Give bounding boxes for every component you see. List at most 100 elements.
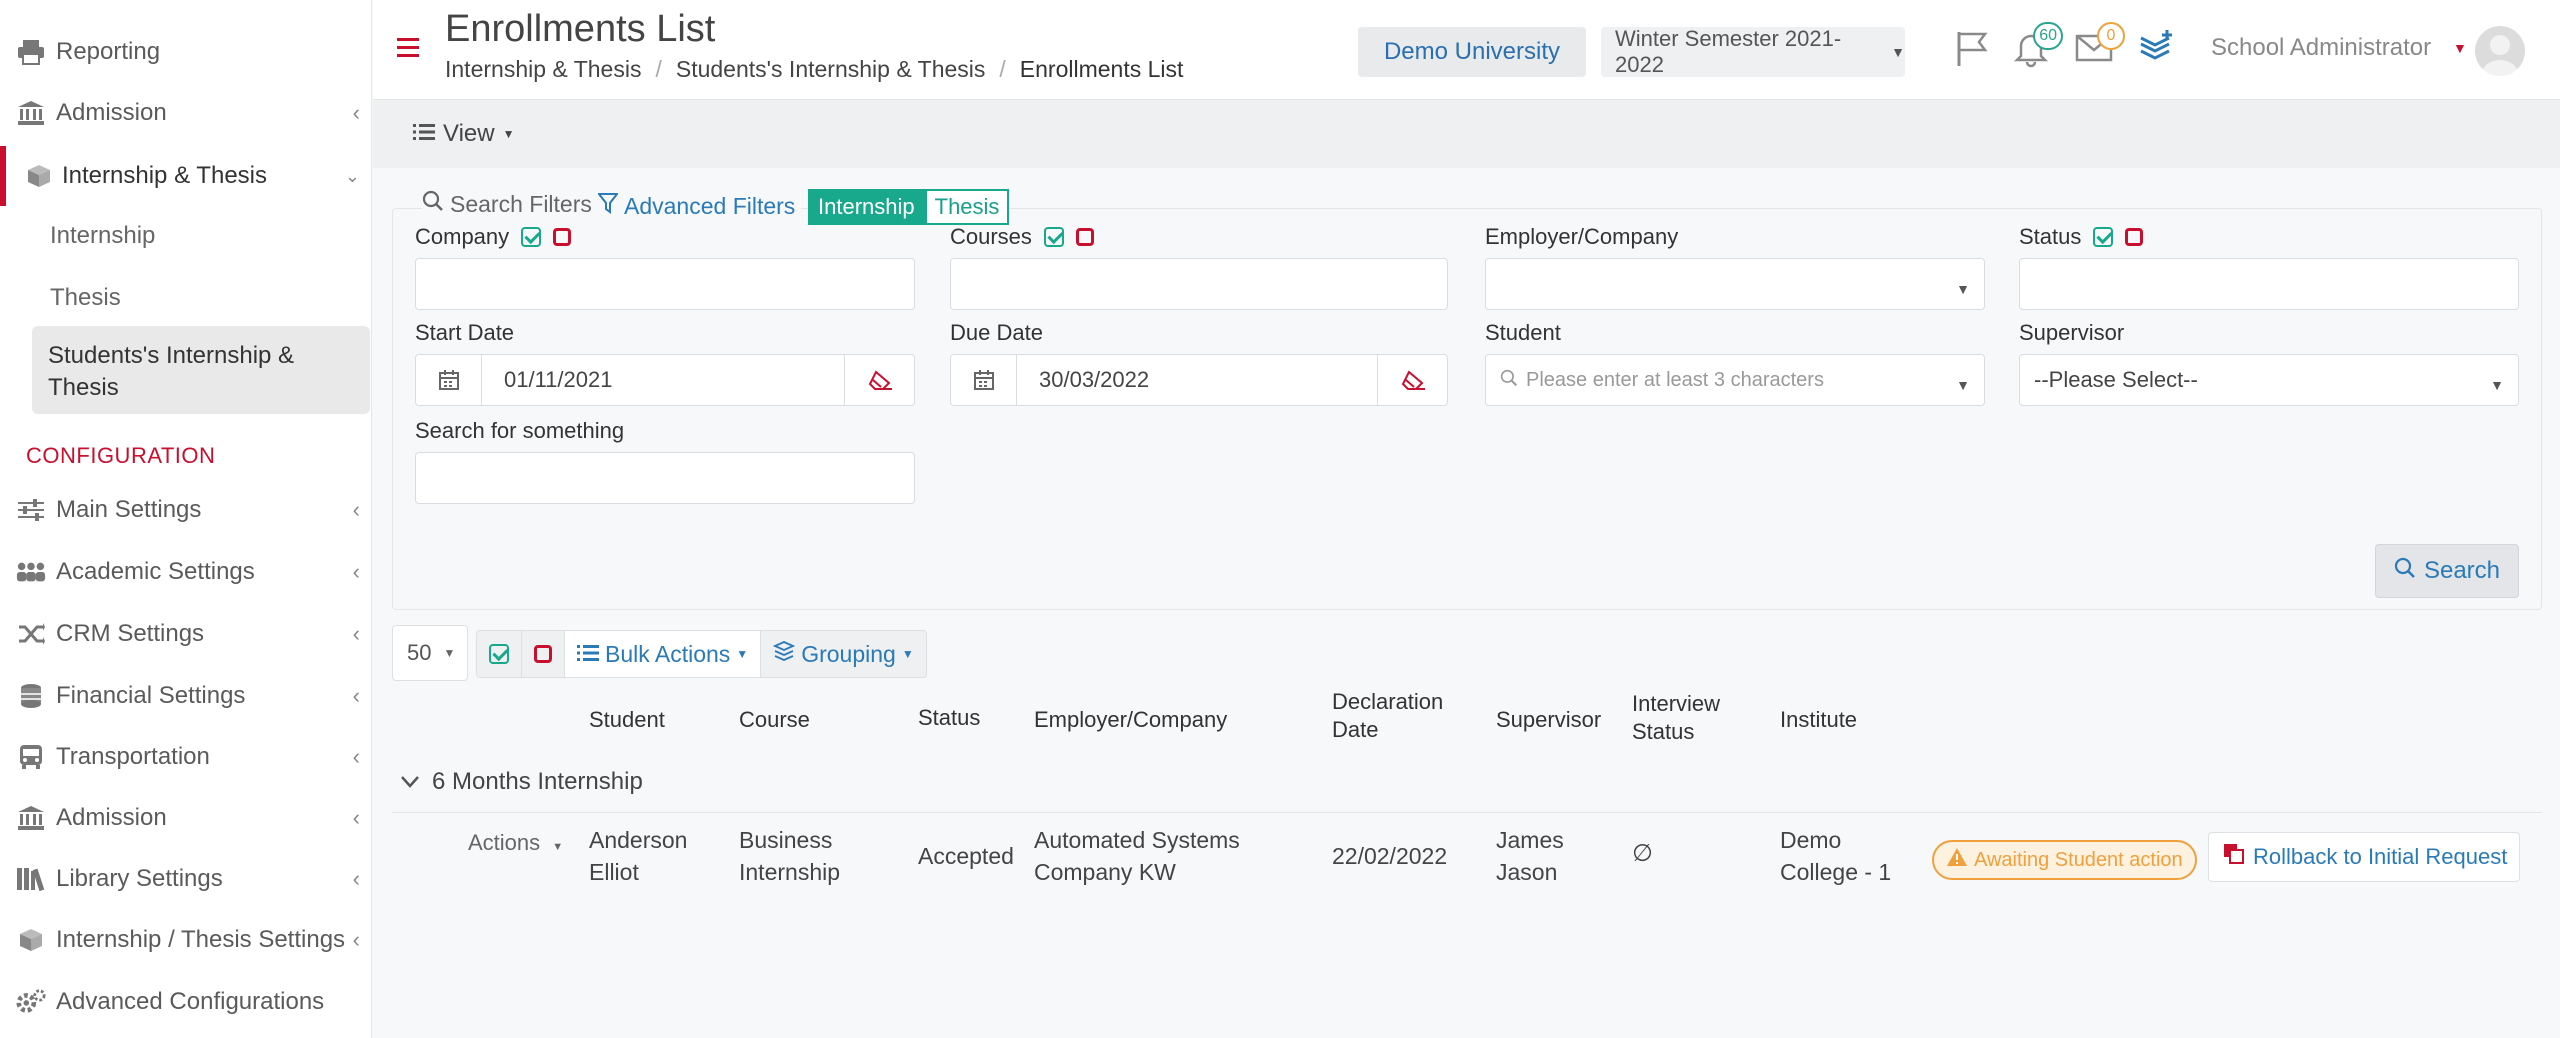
bulk-actions-dropdown[interactable]: Bulk Actions ▼ xyxy=(565,631,762,677)
user-name[interactable]: School Administrator xyxy=(2211,34,2431,62)
sidebar-item-label: Reporting xyxy=(56,38,161,65)
advanced-filters-tab[interactable]: Advanced Filters xyxy=(596,192,802,220)
flag-icon[interactable] xyxy=(1955,30,1995,70)
column-header-interview-status[interactable]: Interview Status xyxy=(1632,690,1742,746)
caret-down-icon: ▼ xyxy=(736,647,749,661)
calendar-icon[interactable] xyxy=(951,355,1017,405)
page-size-select[interactable]: 50 ▼ xyxy=(392,625,468,681)
sidebar-item-academic-settings[interactable]: Academic Settings ‹ xyxy=(0,544,371,600)
group-row[interactable]: 6 Months Internship xyxy=(400,768,643,796)
column-header-student[interactable]: Student xyxy=(589,706,665,734)
column-header-course[interactable]: Course xyxy=(739,706,810,734)
employer-label: Employer/Company xyxy=(1485,224,1679,249)
column-header-institute[interactable]: Institute xyxy=(1780,706,1857,734)
status-input[interactable] xyxy=(2019,258,2519,310)
sidebar-item-library-settings[interactable]: Library Settings ‹ xyxy=(0,851,371,907)
supervisor-select[interactable]: --Please Select-- ▼ xyxy=(2019,354,2519,406)
funnel-icon xyxy=(596,192,620,220)
column-header-declaration-date[interactable]: Declaration Date xyxy=(1332,688,1462,744)
student-select[interactable]: Please enter at least 3 characters ▼ xyxy=(1485,354,1985,406)
courses-input[interactable] xyxy=(950,258,1448,310)
due-date-input[interactable]: 30/03/2022 xyxy=(1017,367,1377,393)
select-all-checkbox-icon[interactable] xyxy=(2093,227,2114,247)
search-filters-tab[interactable]: Search Filters xyxy=(422,190,598,218)
cell-student[interactable]: Anderson Elliot xyxy=(589,824,709,888)
sidebar-item-financial-settings[interactable]: Financial Settings ‹ xyxy=(0,668,371,724)
breadcrumb-internship-thesis[interactable]: Internship & Thesis xyxy=(445,56,641,83)
search-something-input[interactable] xyxy=(415,452,915,504)
rollback-icon xyxy=(2223,843,2245,871)
check-square-icon xyxy=(489,644,509,664)
grouping-dropdown[interactable]: Grouping ▼ xyxy=(761,631,926,677)
select-all-checkbox-icon[interactable] xyxy=(1043,227,1064,247)
search-something-label: Search for something xyxy=(415,418,625,443)
supervisor-label: Supervisor xyxy=(2019,320,2125,345)
column-header-status[interactable]: Status xyxy=(918,704,980,732)
employer-select[interactable]: ▼ xyxy=(1485,258,1985,310)
deselect-all-checkbox-icon[interactable] xyxy=(553,228,572,246)
chevron-left-icon: ‹ xyxy=(352,927,360,952)
bell-icon[interactable]: 60 xyxy=(2013,22,2063,70)
chevron-left-icon: ‹ xyxy=(352,559,360,584)
awaiting-status-badge: Awaiting Student action xyxy=(1932,840,2197,880)
column-header-employer[interactable]: Employer/Company xyxy=(1034,706,1227,734)
caret-down-icon[interactable]: ▼ xyxy=(2453,40,2467,56)
university-button[interactable]: Demo University xyxy=(1358,27,1586,77)
rollback-button[interactable]: Rollback to Initial Request xyxy=(2208,832,2520,882)
chevron-left-icon: ‹ xyxy=(352,100,360,125)
sidebar-item-internship-thesis-settings[interactable]: Internship / Thesis Settings ‹ xyxy=(0,912,371,968)
caret-down-icon: ▼ xyxy=(552,841,564,853)
sidebar-subitem-thesis[interactable]: Thesis xyxy=(50,284,121,312)
chevron-down-icon: ⌄ xyxy=(344,165,360,186)
sidebar-item-admission-settings[interactable]: Admission ‹ xyxy=(0,790,371,846)
company-input[interactable] xyxy=(415,258,915,310)
semester-dropdown[interactable]: Winter Semester 2021-2022 ▼ xyxy=(1601,26,1905,77)
menu-toggle-icon[interactable] xyxy=(397,38,419,58)
chevron-left-icon: ‹ xyxy=(352,683,360,708)
list-icon xyxy=(577,641,599,668)
sidebar-item-admission[interactable]: Admission ‹ xyxy=(0,85,371,141)
select-all-checkbox-icon[interactable] xyxy=(521,227,542,247)
breadcrumb: Internship & Thesis / Students's Interns… xyxy=(445,56,1183,83)
breadcrumb-students-internship-thesis[interactable]: Students's Internship & Thesis xyxy=(676,56,986,83)
sidebar-item-advanced-configurations[interactable]: Advanced Configurations xyxy=(0,974,371,1030)
toggle-thesis[interactable]: Thesis xyxy=(924,189,1010,225)
cell-institute: Demo College - 1 xyxy=(1780,827,1892,885)
sidebar-subitem-internship[interactable]: Internship xyxy=(50,222,155,250)
books-icon xyxy=(16,864,46,894)
bank-icon xyxy=(16,803,46,833)
list-icon xyxy=(413,120,435,148)
envelope-icon[interactable]: 0 xyxy=(2075,22,2125,70)
toggle-internship[interactable]: Internship xyxy=(808,189,925,225)
printer-icon xyxy=(16,37,46,67)
bus-icon xyxy=(16,742,46,772)
view-button[interactable]: View ▼ xyxy=(413,120,514,148)
sidebar-item-internship-thesis[interactable]: Internship & Thesis ⌄ xyxy=(0,146,371,206)
chevron-left-icon: ‹ xyxy=(352,744,360,769)
courses-label: Courses xyxy=(950,224,1032,249)
avatar[interactable] xyxy=(2475,26,2525,76)
chevron-down-icon xyxy=(400,769,420,795)
student-placeholder: Please enter at least 3 characters xyxy=(1526,368,1824,391)
layers-plus-icon[interactable] xyxy=(2137,30,2177,70)
calendar-icon[interactable] xyxy=(416,355,482,405)
sidebar-subitem-students-internship-thesis[interactable]: Students's Internship & Thesis xyxy=(32,326,370,414)
eraser-icon[interactable] xyxy=(844,355,914,405)
deselect-all-checkbox-icon[interactable] xyxy=(1075,228,1094,246)
column-header-supervisor[interactable]: Supervisor xyxy=(1496,706,1601,734)
breadcrumb-separator: / xyxy=(655,56,662,82)
sidebar-item-crm-settings[interactable]: CRM Settings ‹ xyxy=(0,606,371,662)
select-all-rows-button[interactable] xyxy=(477,631,522,677)
eraser-icon[interactable] xyxy=(1377,355,1447,405)
sidebar-item-reporting[interactable]: Reporting xyxy=(0,24,371,80)
courses-filter-label: Courses xyxy=(950,224,1094,250)
sidebar-item-label: Library Settings xyxy=(56,865,223,892)
sidebar-item-main-settings[interactable]: Main Settings ‹ xyxy=(0,482,371,538)
deselect-all-checkbox-icon[interactable] xyxy=(2125,228,2144,246)
row-actions-dropdown[interactable]: Actions ▼ xyxy=(468,830,563,856)
search-button[interactable]: Search xyxy=(2375,544,2519,598)
sidebar-item-transportation[interactable]: Transportation ‹ xyxy=(0,729,371,785)
search-filters-label: Search Filters xyxy=(450,190,592,217)
start-date-input[interactable]: 01/11/2021 xyxy=(482,367,844,393)
deselect-all-rows-button[interactable] xyxy=(522,631,565,677)
